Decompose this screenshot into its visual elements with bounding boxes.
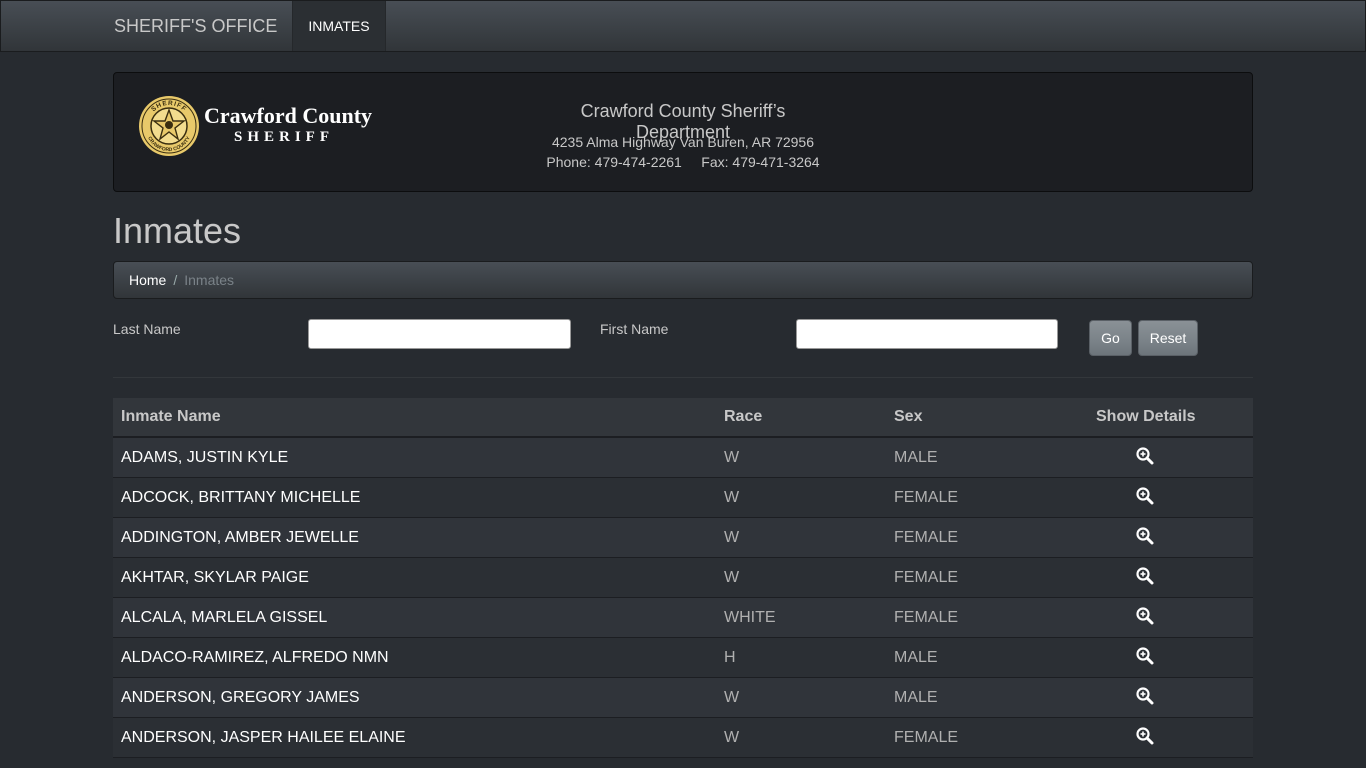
- department-address: 4235 Alma Highway Van Buren, AR 72956: [551, 134, 815, 150]
- table-row: ALCALA, MARLELA GISSEL WHITE FEMALE: [113, 598, 1253, 638]
- first-name-label: First Name: [600, 321, 669, 337]
- inmate-name: ANDERSON, GREGORY JAMES: [121, 689, 360, 706]
- inmate-name: AKHTAR, SKYLAR PAIGE: [121, 569, 309, 586]
- table-header: Inmate Name Race Sex Show Details: [113, 398, 1253, 438]
- sheriff-badge-logo: SHERIFF CRAWFORD COUNTY: [139, 96, 199, 156]
- reset-button[interactable]: Reset: [1138, 320, 1198, 356]
- inmate-name: ADAMS, JUSTIN KYLE: [121, 449, 289, 466]
- column-header-sex[interactable]: Sex: [894, 398, 922, 436]
- column-header-race[interactable]: Race: [724, 398, 762, 436]
- inmate-race: H: [724, 649, 736, 666]
- inmate-name: ADCOCK, BRITTANY MICHELLE: [121, 489, 361, 506]
- inmate-sex: FEMALE: [894, 609, 959, 626]
- column-header-inmate-name[interactable]: Inmate Name: [121, 398, 221, 436]
- inmate-race: W: [724, 529, 740, 546]
- inmate-race: W: [724, 489, 740, 506]
- table-row: ALDACO-RAMIREZ, ALFREDO NMN H MALE: [113, 638, 1253, 678]
- table-row: ADCOCK, BRITTANY MICHELLE W FEMALE: [113, 478, 1253, 518]
- zoom-in-icon[interactable]: [1135, 566, 1155, 586]
- logo-county-name: Crawford County: [204, 103, 373, 128]
- go-button[interactable]: Go: [1089, 320, 1132, 356]
- inmate-sex: MALE: [894, 449, 938, 466]
- zoom-in-icon[interactable]: [1135, 686, 1155, 706]
- logo-sheriff-word: SHERIFF: [234, 129, 335, 145]
- zoom-in-icon[interactable]: [1135, 646, 1155, 666]
- inmate-sex: MALE: [894, 689, 938, 706]
- inmate-race: W: [724, 449, 740, 466]
- inmates-table: Inmate Name Race Sex Show Details ADAMS,…: [113, 398, 1253, 758]
- inmate-race: W: [724, 569, 740, 586]
- table-row: AKHTAR, SKYLAR PAIGE W FEMALE: [113, 558, 1253, 598]
- page-title: Inmates: [113, 210, 242, 251]
- inmate-name: ANDERSON, JASPER HAILEE ELAINE: [121, 729, 406, 746]
- inmate-race: WHITE: [724, 609, 776, 626]
- navbar-brand-link[interactable]: SHERIFF'S OFFICE: [114, 1, 277, 51]
- inmate-name: ALDACO-RAMIREZ, ALFREDO NMN: [121, 649, 389, 666]
- inmate-race: W: [724, 729, 740, 746]
- department-phone-fax: Phone: 479-474-2261 Fax: 479-471-3264: [546, 154, 820, 170]
- last-name-input[interactable]: [308, 319, 571, 349]
- table-row: ANDERSON, JASPER HAILEE ELAINE W FEMALE: [113, 718, 1253, 758]
- breadcrumb-current: Inmates: [184, 272, 235, 288]
- zoom-in-icon[interactable]: [1135, 526, 1155, 546]
- zoom-in-icon[interactable]: [1135, 446, 1155, 466]
- breadcrumb-home-link[interactable]: Home: [129, 272, 166, 288]
- table-row: ANDERSON, GREGORY JAMES W MALE: [113, 678, 1253, 718]
- inmate-sex: FEMALE: [894, 489, 959, 506]
- table-body: ADAMS, JUSTIN KYLE W MALE ADCOCK, BRITTANY …: [113, 438, 1253, 758]
- header-banner: SHERIFF CRAWFORD COUNTY Crawford County …: [113, 72, 1253, 192]
- breadcrumb-separator: /: [173, 272, 178, 288]
- form-divider: [113, 377, 1253, 378]
- zoom-in-icon[interactable]: [1135, 726, 1155, 746]
- table-row: ADAMS, JUSTIN KYLE W MALE: [113, 438, 1253, 478]
- inmate-race: W: [724, 689, 740, 706]
- inmate-sex: FEMALE: [894, 729, 959, 746]
- table-row: ADDINGTON, AMBER JEWELLE W FEMALE: [113, 518, 1253, 558]
- zoom-in-icon[interactable]: [1135, 486, 1155, 506]
- zoom-in-icon[interactable]: [1135, 606, 1155, 626]
- inmate-sex: MALE: [894, 649, 938, 666]
- top-navbar: SHERIFF'S OFFICE INMATES: [0, 0, 1366, 52]
- first-name-input[interactable]: [796, 319, 1058, 349]
- breadcrumb: Home / Inmates: [113, 261, 1253, 299]
- nav-item-inmates[interactable]: INMATES: [292, 1, 386, 51]
- inmate-sex: FEMALE: [894, 569, 959, 586]
- inmate-name: ADDINGTON, AMBER JEWELLE: [121, 529, 359, 546]
- column-header-show-details: Show Details: [1096, 408, 1196, 425]
- inmate-sex: FEMALE: [894, 529, 959, 546]
- inmate-name: ALCALA, MARLELA GISSEL: [121, 609, 328, 626]
- last-name-label: Last Name: [113, 321, 181, 337]
